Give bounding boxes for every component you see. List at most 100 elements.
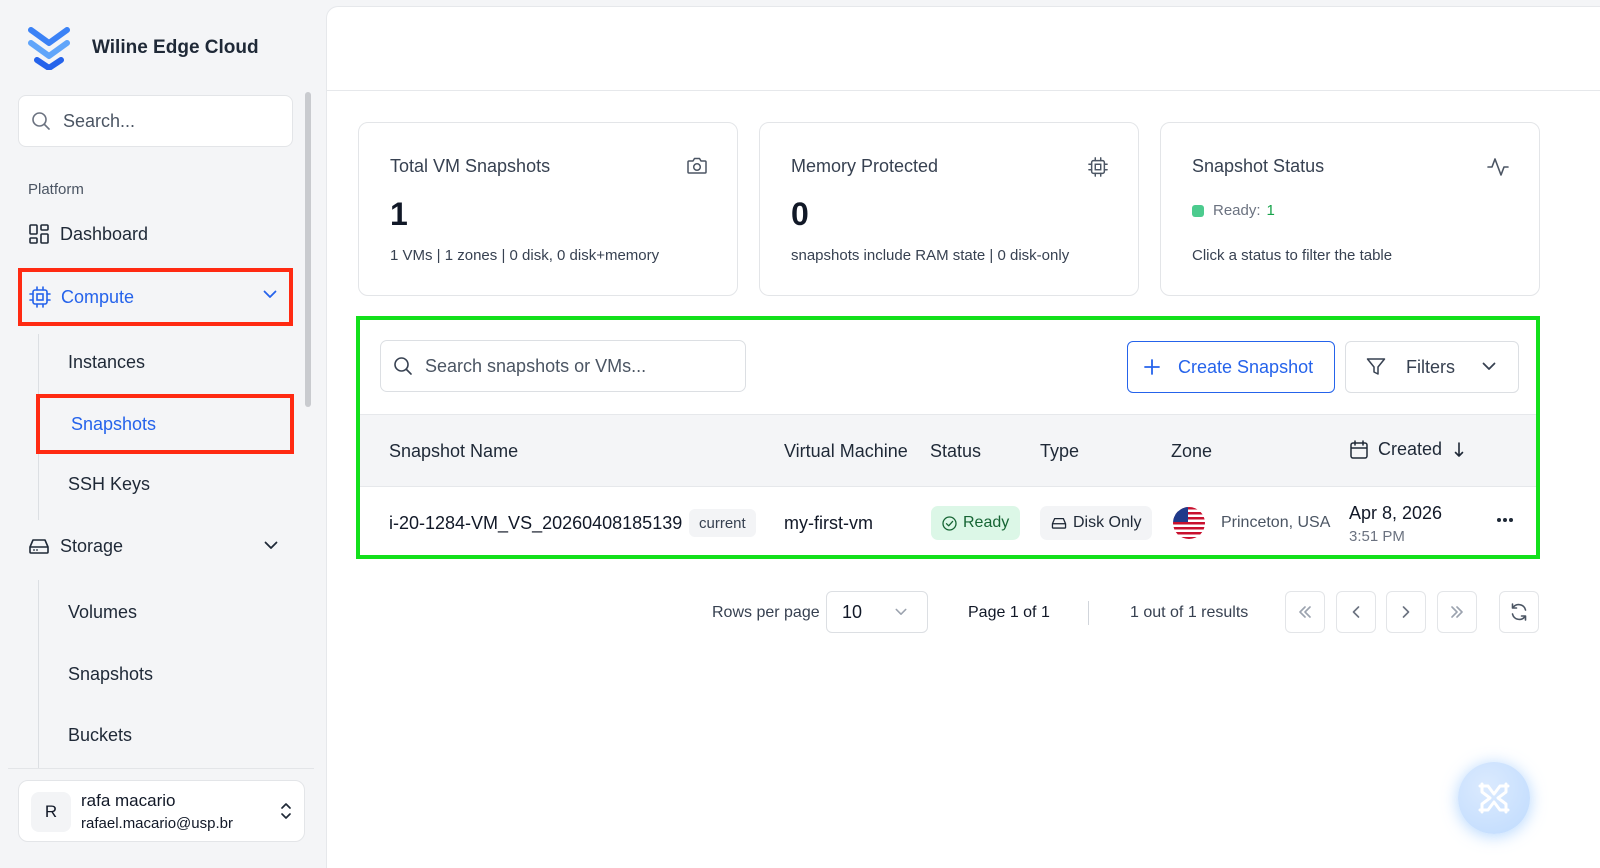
sidebar-item-volumes[interactable]: Volumes	[68, 602, 137, 623]
sidebar-item-dashboard[interactable]: Dashboard	[28, 214, 286, 254]
search-icon	[394, 357, 412, 375]
sidebar-item-compute-snapshots[interactable]: Snapshots	[36, 394, 294, 454]
stat-title: Memory Protected	[791, 156, 939, 176]
stat-subtitle: 1 VMs | 1 zones | 0 disk, 0 disk+memory	[390, 247, 660, 264]
sidebar-search-input[interactable]: Search...	[18, 95, 293, 147]
activity-icon	[1487, 158, 1509, 176]
stat-title: Total VM Snapshots	[390, 156, 551, 176]
column-header-type[interactable]: Type	[1040, 441, 1079, 462]
stat-card-snapshot-status: Snapshot Status Ready: 1 Click a status …	[1160, 122, 1540, 296]
column-header-virtual-machine[interactable]: Virtual Machine	[784, 441, 908, 462]
filter-icon	[1366, 358, 1386, 375]
chevron-left-icon	[1352, 606, 1360, 618]
calendar-icon	[1350, 440, 1368, 459]
sidebar-item-label: Compute	[61, 286, 135, 307]
status-label: Ready:	[1213, 202, 1261, 219]
virtual-machine[interactable]: my-first-vm	[784, 513, 873, 534]
sidebar-item-label: Snapshots	[71, 413, 157, 434]
arrow-down-icon	[1454, 441, 1464, 457]
last-page-button[interactable]	[1437, 591, 1477, 633]
snapshot-search-input[interactable]: Search snapshots or VMs...	[380, 340, 746, 392]
zone-text: Princeton, USA	[1221, 514, 1331, 531]
chevron-down-icon	[263, 290, 277, 298]
stat-card-total-snapshots: Total VM Snapshots 1 1 VMs | 1 zones | 0…	[358, 122, 738, 296]
section-label-platform: Platform	[28, 181, 84, 198]
sidebar-search-placeholder: Search...	[63, 110, 136, 131]
stat-value: 1	[390, 196, 408, 232]
column-header-zone[interactable]: Zone	[1171, 441, 1212, 462]
stat-subtitle: snapshots include RAM state | 0 disk-onl…	[791, 247, 1070, 264]
created-time: 3:51 PM	[1349, 528, 1405, 545]
sidebar-item-label: Storage	[60, 535, 124, 556]
sidebar-item-storage-snapshots[interactable]: Snapshots	[68, 664, 153, 685]
stat-title: Snapshot Status	[1192, 156, 1325, 176]
hard-drive-icon	[29, 539, 49, 554]
status-count: 1	[1266, 202, 1275, 219]
camera-icon	[687, 157, 707, 174]
column-header-label: Created	[1378, 439, 1443, 459]
header-divider	[327, 90, 1600, 91]
hard-drive-icon	[1051, 517, 1067, 529]
chevron-down-icon	[895, 608, 907, 615]
sidebar-item-instances[interactable]: Instances	[68, 352, 145, 373]
column-header-snapshot-name[interactable]: Snapshot Name	[389, 441, 518, 462]
refresh-button[interactable]	[1499, 591, 1539, 633]
sidebar-item-buckets[interactable]: Buckets	[68, 725, 132, 746]
stat-subtitle: Click a status to filter the table	[1192, 247, 1393, 264]
dashboard-icon	[29, 224, 49, 244]
divider	[8, 768, 314, 769]
table-row[interactable]: i-20-1284-VM_VS_20260408185139 current m…	[360, 487, 1536, 559]
type-badge: Disk Only	[1040, 506, 1153, 540]
filters-button[interactable]: Filters	[1345, 341, 1519, 393]
wiline-logo-icon	[28, 27, 70, 70]
status-filter-ready[interactable]: Ready: 1	[1192, 202, 1275, 219]
sidebar-item-compute[interactable]: Compute	[18, 268, 293, 326]
snapshot-name: i-20-1284-VM_VS_20260408185139	[389, 513, 683, 533]
sidebar-scrollbar[interactable]	[305, 92, 311, 407]
status-dot	[1192, 204, 1204, 217]
status-badge: Ready	[931, 506, 1021, 540]
cpu-chip-icon	[1088, 157, 1108, 177]
assistant-fab-button[interactable]	[1458, 762, 1530, 834]
type-text: Disk Only	[1073, 514, 1142, 531]
table-header: Snapshot Name Virtual Machine Status Typ…	[360, 414, 1536, 487]
main-content: Total VM Snapshots 1 1 VMs | 1 zones | 0…	[326, 6, 1600, 868]
zone-cell: Princeton, USA	[1173, 507, 1330, 539]
next-page-button[interactable]	[1386, 591, 1426, 633]
pagination: Rows per page 10 Page 1 of 1 1 out of 1 …	[327, 591, 1600, 635]
stat-value: 0	[791, 196, 809, 232]
cpu-chip-icon	[29, 286, 51, 308]
rows-per-page-select[interactable]: 10	[826, 591, 928, 633]
stat-card-memory-protected: Memory Protected 0 snapshots include RAM…	[759, 122, 1139, 296]
avatar: R	[31, 792, 71, 832]
page-info: Page 1 of 1	[968, 604, 1050, 621]
column-header-created[interactable]: Created	[1350, 439, 1464, 460]
chevrons-up-down-icon	[281, 803, 291, 819]
rows-per-page-value: 10	[842, 601, 863, 622]
plus-icon	[1144, 359, 1160, 375]
status-text: Ready	[963, 514, 1010, 531]
sidebar-item-storage[interactable]: Storage	[28, 526, 286, 566]
create-snapshot-button[interactable]: Create Snapshot	[1127, 341, 1335, 393]
chevron-right-icon	[1402, 606, 1410, 618]
user-menu[interactable]: R rafa macario rafael.macario@usp.br	[18, 780, 305, 842]
us-flag-icon	[1173, 507, 1205, 539]
chevrons-right-icon	[1451, 606, 1463, 618]
results-count: 1 out of 1 results	[1130, 604, 1249, 621]
current-badge: current	[689, 509, 756, 537]
search-icon	[32, 112, 50, 130]
brand[interactable]: Wiline Edge Cloud	[28, 26, 259, 70]
create-snapshot-label: Create Snapshot	[1178, 356, 1314, 377]
chevron-down-icon	[264, 541, 278, 549]
snapshots-table-panel: Search snapshots or VMs... Create Snapsh…	[356, 316, 1540, 559]
more-horizontal-icon[interactable]	[1496, 517, 1514, 523]
sidebar-item-ssh-keys[interactable]: SSH Keys	[68, 474, 150, 495]
check-circle-icon	[942, 515, 957, 531]
rows-per-page-label: Rows per page	[712, 604, 820, 621]
column-header-status[interactable]: Status	[930, 441, 981, 462]
user-name: rafa macario	[81, 791, 176, 810]
first-page-button[interactable]	[1285, 591, 1325, 633]
filters-label: Filters	[1406, 356, 1455, 377]
previous-page-button[interactable]	[1336, 591, 1376, 633]
snapshot-search-placeholder: Search snapshots or VMs...	[425, 355, 647, 376]
